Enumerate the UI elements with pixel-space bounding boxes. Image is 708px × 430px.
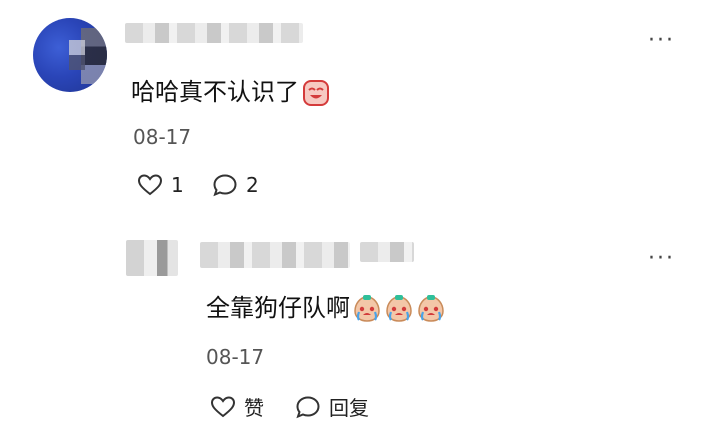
heart-icon	[137, 174, 163, 196]
comment-bubble-icon	[213, 174, 237, 197]
reply-text-label: 全靠狗仔队啊	[206, 294, 350, 322]
reply-text: 全靠狗仔队啊	[206, 288, 446, 324]
crying-laughing-emoji-icon	[303, 80, 329, 106]
reply-button[interactable]: 回复	[295, 392, 369, 421]
crying-emoji-icon	[386, 295, 412, 322]
reply-count: 2	[246, 173, 259, 197]
reply-like-label: 赞	[244, 396, 264, 420]
heart-icon	[210, 395, 236, 417]
comment-bubble-icon	[296, 395, 320, 418]
reply-target-blurred[interactable]	[360, 242, 414, 262]
comment-text-label: 哈哈真不认识了	[131, 78, 299, 106]
crying-emoji-icon	[418, 295, 444, 322]
comment-date: 08-17	[133, 125, 192, 149]
more-icon[interactable]: ···	[648, 30, 675, 52]
reply-date: 08-17	[206, 345, 265, 369]
crying-emoji-icon	[354, 295, 380, 322]
reply-count-button[interactable]: 2	[212, 173, 259, 197]
reply-label: 回复	[329, 396, 369, 420]
comment-text: 哈哈真不认识了	[131, 72, 331, 108]
username-blurred[interactable]	[125, 23, 303, 43]
reply-username-blurred[interactable]	[200, 242, 350, 268]
reply-like-button[interactable]: 赞	[210, 392, 264, 421]
like-count: 1	[171, 173, 184, 197]
avatar[interactable]	[33, 18, 107, 92]
like-button[interactable]: 1	[137, 173, 184, 197]
reply-avatar[interactable]	[126, 240, 178, 276]
reply-more-icon[interactable]: ···	[648, 248, 675, 270]
